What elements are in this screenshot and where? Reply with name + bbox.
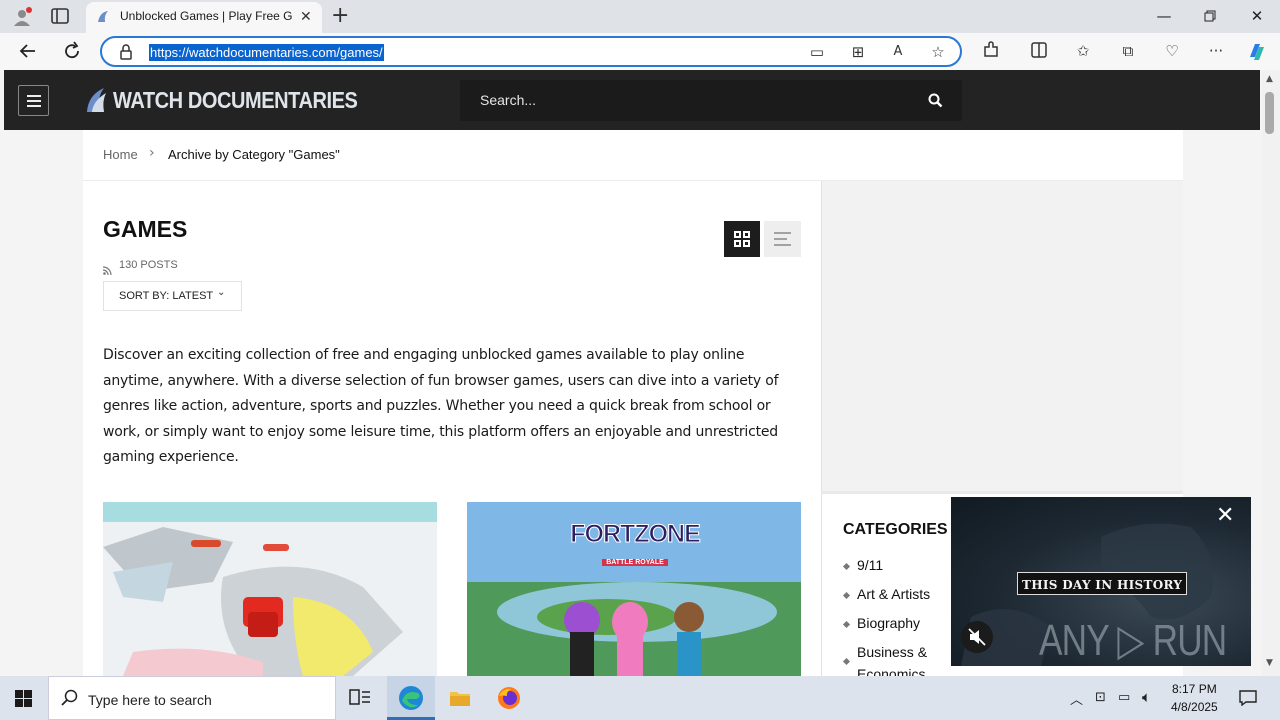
breadcrumb-home-link[interactable]: Home: [103, 147, 138, 162]
read-aloud-icon[interactable]: A: [888, 42, 908, 62]
category-link[interactable]: 9/11: [857, 557, 883, 573]
firefox-icon[interactable]: [497, 686, 521, 714]
task-view-icon[interactable]: [349, 688, 371, 712]
sidebar-ad-slot: [821, 181, 1183, 491]
url-text[interactable]: https://watchdocumentaries.com/games/: [149, 44, 384, 61]
list-view-button[interactable]: [764, 221, 801, 257]
device-icon[interactable]: ▭: [807, 42, 827, 62]
scrollbar-thumb[interactable]: [1265, 92, 1274, 134]
browser-toolbar: https://watchdocumentaries.com/games/ ▭ …: [0, 33, 1280, 70]
search-icon[interactable]: [928, 93, 943, 112]
close-video-icon[interactable]: ✕: [1216, 503, 1234, 528]
favorites-icon[interactable]: ✩: [1073, 41, 1093, 61]
browser-tab-strip: Unblocked Games | Play Free Games ✕ + — …: [0, 0, 1280, 33]
notifications-icon[interactable]: [1239, 690, 1257, 710]
lock-icon[interactable]: [119, 44, 133, 64]
categories-title: CATEGORIES: [843, 521, 948, 538]
clock-date[interactable]: 4/8/2025: [1171, 700, 1218, 714]
breadcrumb: Home › Archive by Category "Games": [83, 130, 1183, 181]
rss-icon: [102, 260, 112, 279]
tab-title: Unblocked Games | Play Free Games: [120, 9, 292, 23]
grid-view-button[interactable]: [724, 221, 760, 257]
category-link[interactable]: Art & Artists: [857, 586, 930, 602]
fortzone-logo: FORTZONE BATTLE ROYALE: [570, 520, 701, 566]
refresh-icon[interactable]: [62, 41, 82, 65]
split-screen-icon[interactable]: [1029, 41, 1049, 61]
collections-icon[interactable]: ⧉: [1118, 41, 1138, 61]
chevron-down-icon: ⌄: [217, 287, 226, 298]
browser-tab-active[interactable]: Unblocked Games | Play Free Games ✕: [86, 2, 322, 33]
breadcrumb-separator: ›: [149, 145, 155, 161]
favorite-star-icon[interactable]: ☆: [928, 42, 948, 62]
edge-taskbar-button[interactable]: [387, 676, 435, 720]
taskbar-search-placeholder: Type here to search: [88, 692, 212, 708]
restore-icon[interactable]: [1187, 0, 1233, 32]
bullet-icon: [842, 620, 851, 629]
tray-chevron-up-icon[interactable]: ︿: [1070, 689, 1083, 708]
back-icon[interactable]: [18, 41, 38, 65]
category-description: Discover an exciting collection of free …: [103, 347, 779, 465]
new-tab-icon[interactable]: +: [331, 3, 349, 28]
close-tab-icon[interactable]: ✕: [300, 9, 312, 25]
sort-label: SORT BY: LATEST: [119, 290, 214, 302]
file-explorer-icon[interactable]: [449, 688, 471, 712]
site-logo[interactable]: WATCH DOCUMENTARIES: [113, 87, 358, 114]
video-banner: THIS DAY IN HISTORY: [1017, 572, 1188, 595]
site-logo-icon[interactable]: [84, 85, 112, 115]
profile-avatar-icon[interactable]: [12, 7, 32, 27]
close-window-icon[interactable]: ✕: [1234, 0, 1280, 32]
car-game-thumbnail: [103, 502, 437, 676]
start-button-icon[interactable]: [15, 690, 32, 711]
tray-device-icon[interactable]: ⊡: [1095, 690, 1106, 705]
mute-button[interactable]: [961, 621, 993, 653]
edge-icon: [399, 686, 423, 710]
site-favicon-icon: [96, 9, 112, 25]
volume-icon[interactable]: 🔈︎: [1142, 688, 1151, 706]
minimize-icon[interactable]: —: [1141, 0, 1187, 32]
list-icon: [774, 232, 791, 246]
post-count: 130 POSTS: [119, 259, 178, 271]
hamburger-menu-button[interactable]: [18, 85, 49, 116]
category-link[interactable]: Biography: [857, 615, 920, 631]
game-card-fortzone[interactable]: FORTZONE BATTLE ROYALE: [467, 502, 801, 676]
bullet-icon: [842, 562, 851, 571]
search-icon: [61, 689, 79, 711]
grid-icon: [734, 231, 750, 247]
sort-dropdown[interactable]: SORT BY: LATEST ⌄: [103, 281, 242, 311]
scroll-up-icon[interactable]: ▲: [1266, 74, 1273, 84]
browser-essentials-icon[interactable]: ♡: [1162, 41, 1182, 61]
page-title: GAMES: [103, 216, 188, 242]
app-available-icon[interactable]: ⊞: [848, 42, 868, 62]
network-icon[interactable]: ▭: [1118, 690, 1130, 705]
anyrun-watermark: ANY ▷ RUN: [1039, 616, 1227, 665]
scroll-down-icon[interactable]: ▼: [1266, 658, 1273, 668]
address-bar[interactable]: https://watchdocumentaries.com/games/ ▭ …: [100, 36, 962, 67]
page-scrollbar[interactable]: ▲ ▼: [1262, 70, 1280, 676]
site-search-input[interactable]: Search...: [460, 80, 962, 121]
muted-speaker-icon: [968, 628, 986, 646]
more-options-icon[interactable]: ···: [1206, 41, 1226, 61]
copilot-icon[interactable]: [1246, 41, 1266, 61]
category-link-cont[interactable]: Economics: [857, 666, 925, 676]
breadcrumb-current: Archive by Category "Games": [168, 147, 340, 162]
category-link[interactable]: Business &: [857, 644, 927, 660]
game-card-car[interactable]: [103, 502, 437, 676]
tab-actions-icon[interactable]: [51, 8, 69, 24]
bullet-icon: [842, 657, 851, 666]
taskbar-search-box[interactable]: Type here to search: [48, 676, 336, 720]
floating-video-player[interactable]: ✕ THIS DAY IN HISTORY ANY ▷ RUN: [951, 497, 1251, 666]
extensions-icon[interactable]: [981, 41, 1001, 61]
clock-time[interactable]: 8:17 PM: [1172, 682, 1217, 696]
site-header: WATCH DOCUMENTARIES Search...: [4, 70, 1260, 130]
search-placeholder: Search...: [480, 92, 537, 108]
windows-taskbar: Type here to search ︿ ⊡ ▭ 🔈︎ 8:17 PM 4/8…: [0, 676, 1280, 720]
bullet-icon: [842, 591, 851, 600]
